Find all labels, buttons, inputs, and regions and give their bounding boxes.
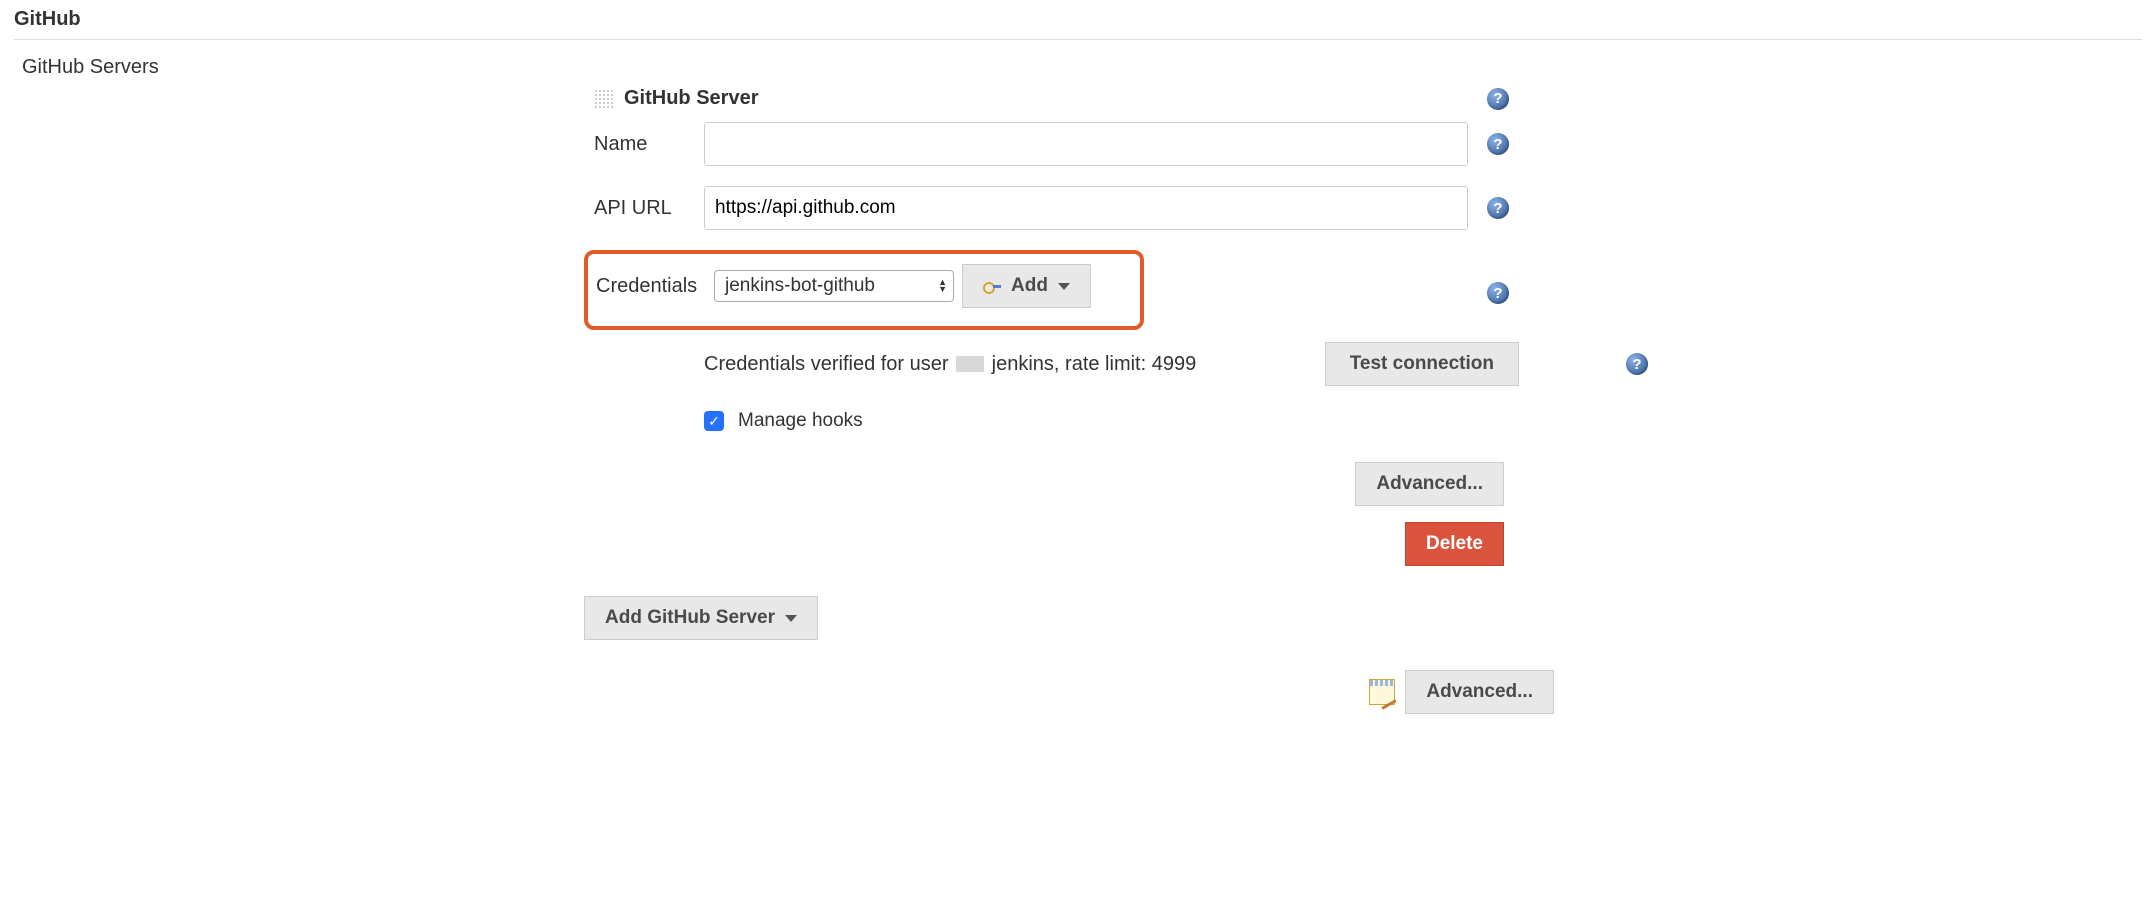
caret-down-icon [1058,283,1070,290]
credentials-highlight: Credentials jenkins-bot-github ▲▼ Add [584,250,1144,330]
servers-label: GitHub Servers [14,48,2142,87]
drag-handle-icon[interactable] [594,89,614,109]
manage-hooks-row: ✓ Manage hooks [704,410,2142,432]
advanced-button-label: Advanced... [1376,473,1483,495]
bottom-advanced-label: Advanced... [1426,681,1533,703]
advanced-button[interactable]: Advanced... [1355,462,1504,506]
add-button-label: Add [1011,275,1048,297]
help-icon[interactable]: ? [1487,282,1509,304]
bottom-advanced-row: Advanced... [14,670,1554,714]
redacted-block [956,356,984,372]
test-connection-label: Test connection [1350,353,1494,375]
credentials-select[interactable]: jenkins-bot-github ▲▼ [714,270,954,302]
credentials-row: Credentials jenkins-bot-github ▲▼ Add ? [594,250,2142,330]
help-icon[interactable]: ? [1487,133,1509,155]
credentials-label: Credentials [596,275,706,298]
add-github-server-button[interactable]: Add GitHub Server [584,596,818,640]
server-actions: Advanced... Delete [704,462,1504,566]
add-server-row: Add GitHub Server [584,596,2142,640]
add-server-label: Add GitHub Server [605,607,775,629]
help-icon[interactable]: ? [1626,353,1648,375]
status-suffix: jenkins, rate limit: 4999 [992,353,1197,375]
manage-hooks-label: Manage hooks [738,410,863,432]
credentials-status: Credentials verified for user jenkins, r… [704,353,1196,376]
server-header-row: GitHub Server ? [594,87,2142,110]
credentials-selected-value: jenkins-bot-github [725,275,875,297]
delete-button[interactable]: Delete [1405,522,1504,566]
bottom-advanced-button[interactable]: Advanced... [1405,670,1554,714]
test-connection-row: Credentials verified for user jenkins, r… [704,342,1519,386]
server-title: GitHub Server [624,87,758,110]
name-row: Name ? [594,122,2142,166]
add-credentials-button[interactable]: Add [962,264,1091,308]
api-url-label: API URL [594,197,704,220]
caret-down-icon [785,615,797,622]
name-label: Name [594,133,704,156]
help-icon[interactable]: ? [1487,88,1509,110]
key-icon [983,280,1001,292]
api-url-row: API URL ? [594,186,2142,230]
select-arrows-icon: ▲▼ [938,279,947,293]
help-icon[interactable]: ? [1487,197,1509,219]
manage-hooks-checkbox[interactable]: ✓ [704,411,724,431]
api-url-input[interactable] [704,186,1468,230]
notepad-icon [1369,679,1395,705]
section-title: GitHub [14,0,2142,40]
status-prefix: Credentials verified for user [704,353,954,375]
name-input[interactable] [704,122,1468,166]
test-connection-button[interactable]: Test connection [1325,342,1519,386]
delete-button-label: Delete [1426,533,1483,555]
